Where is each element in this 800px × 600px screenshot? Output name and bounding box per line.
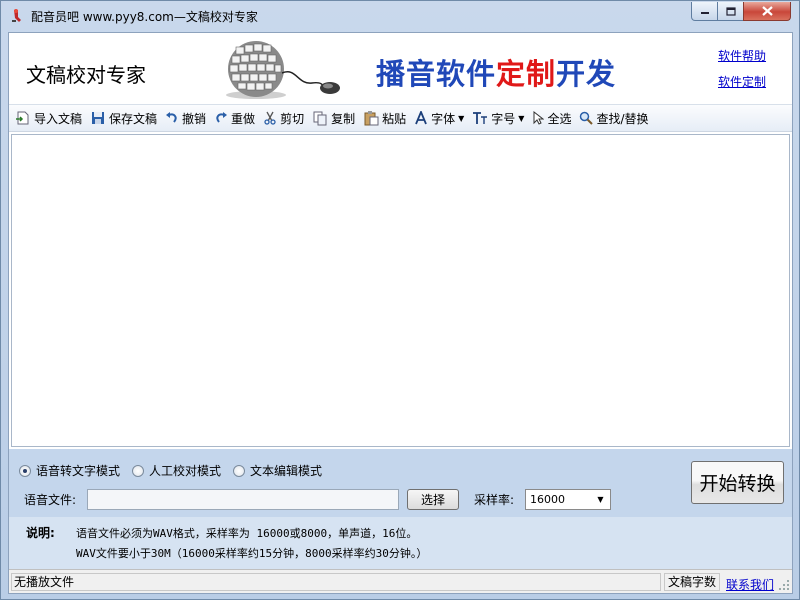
sample-rate-value: 16000 (530, 493, 565, 506)
scissors-icon (264, 111, 276, 125)
software-help-link[interactable]: 软件帮助 (718, 47, 766, 64)
paste-label: 粘贴 (382, 111, 407, 126)
copy-label: 复制 (331, 111, 356, 126)
redo-label: 重做 (231, 111, 256, 126)
resize-grip-icon[interactable] (778, 579, 790, 591)
mode-selector: 语音转文字模式 人工校对模式 文本编辑模式 (19, 462, 334, 479)
font-dropdown[interactable]: 字体 ▼ (411, 107, 467, 129)
select-all-button[interactable]: 全选 (529, 107, 574, 129)
chevron-down-icon: ▼ (597, 495, 604, 504)
save-icon (92, 112, 105, 124)
keyboard-ball-logo (226, 41, 340, 99)
radio-button[interactable] (132, 464, 145, 477)
redo-icon (216, 112, 228, 123)
close-button[interactable] (743, 2, 791, 21)
app-window: 配音员吧 www.pyy8.com—文稿校对专家 文稿校对专家 播音软件定制开发… (0, 0, 800, 600)
slogan-part-2: 定制 (496, 57, 557, 91)
paste-icon (364, 111, 379, 126)
browse-button[interactable]: 选择 (407, 489, 459, 510)
font-icon (415, 111, 427, 125)
select-all-label: 全选 (547, 111, 572, 126)
note-line-1: 语音文件必须为WAV格式，采样率为 16000或8000，单声道，16位。 (76, 527, 418, 540)
audio-file-label: 语音文件: (24, 493, 77, 507)
minimize-icon (700, 12, 709, 14)
notes-label: 说明: (26, 526, 55, 540)
cut-label: 剪切 (280, 111, 305, 126)
save-button[interactable]: 保存文稿 (87, 107, 160, 129)
mode-manual-proofread[interactable]: 人工校对模式 (132, 462, 221, 479)
copy-icon (313, 111, 327, 126)
conversion-panel: 语音转文字模式 人工校对模式 文本编辑模式 语音文件: 选择 采样率: 1600… (9, 449, 792, 577)
slogan: 播音软件定制开发 (376, 51, 616, 93)
maximize-button[interactable] (717, 2, 744, 21)
mode-label: 人工校对模式 (149, 464, 222, 478)
search-icon (580, 111, 594, 125)
app-icon (12, 9, 21, 22)
contact-us-link[interactable]: 联系我们 (726, 576, 774, 593)
software-custom-link[interactable]: 软件定制 (718, 73, 766, 90)
note-line-2: WAV文件要小于30M（16000采样率约15分钟，8000采样率约30分钟。） (76, 547, 428, 560)
import-icon (16, 111, 29, 125)
toolbar: 导入文稿 保存文稿 撤销 重做 剪切 复制 粘贴 字体 ▼ 字号 ▼ 全选 查找… (9, 104, 792, 132)
mode-label: 语音转文字模式 (36, 464, 121, 478)
find-replace-label: 查找/替换 (596, 111, 649, 126)
mode-speech-to-text[interactable]: 语音转文字模式 (19, 462, 120, 479)
audio-file-input[interactable] (87, 489, 399, 510)
sample-rate-select[interactable]: 16000 ▼ (525, 489, 611, 510)
mode-label: 文本编辑模式 (250, 464, 323, 478)
client-area: 文稿校对专家 播音软件定制开发 软件帮助 软件定制 导入文稿 保存文稿 撤销 重… (8, 32, 793, 594)
cursor-icon (533, 111, 545, 125)
undo-button[interactable]: 撤销 (162, 107, 209, 129)
font-size-label: 字号 (491, 111, 516, 126)
header-banner: 文稿校对专家 播音软件定制开发 软件帮助 软件定制 (9, 33, 792, 103)
document-editor[interactable] (11, 134, 790, 447)
radio-button[interactable] (19, 464, 31, 477)
copy-button[interactable]: 复制 (309, 107, 358, 129)
undo-label: 撤销 (182, 111, 207, 126)
import-label: 导入文稿 (34, 111, 83, 126)
maximize-icon (725, 6, 736, 16)
import-button[interactable]: 导入文稿 (12, 107, 85, 129)
font-label: 字体 (431, 111, 456, 126)
app-name: 文稿校对专家 (26, 63, 146, 87)
playback-status: 无播放文件 (11, 573, 661, 591)
title-bar[interactable]: 配音员吧 www.pyy8.com—文稿校对专家 (1, 1, 799, 31)
slogan-part-3: 开发 (556, 57, 617, 91)
word-count-label: 文稿字数 (664, 573, 720, 591)
notes-area: 说明: 语音文件必须为WAV格式，采样率为 16000或8000，单声道，16位… (9, 517, 792, 577)
close-icon (761, 6, 773, 16)
sample-rate-label: 采样率: (474, 493, 515, 507)
font-size-icon (473, 112, 488, 124)
status-bar: 无播放文件 文稿字数 联系我们 (9, 569, 792, 593)
minimize-button[interactable] (691, 2, 718, 21)
cut-button[interactable]: 剪切 (260, 107, 307, 129)
save-label: 保存文稿 (109, 111, 158, 126)
mode-text-edit[interactable]: 文本编辑模式 (233, 462, 322, 479)
radio-button[interactable] (233, 464, 246, 477)
chevron-down-icon: ▼ (518, 113, 525, 123)
undo-icon (166, 112, 177, 123)
redo-button[interactable]: 重做 (211, 107, 258, 129)
find-replace-button[interactable]: 查找/替换 (576, 107, 651, 129)
font-size-dropdown[interactable]: 字号 ▼ (469, 107, 527, 129)
slogan-part-1: 播音软件 (376, 57, 497, 91)
chevron-down-icon: ▼ (458, 113, 465, 123)
paste-button[interactable]: 粘贴 (360, 107, 409, 129)
start-conversion-button[interactable]: 开始转换 (691, 461, 784, 504)
window-title: 配音员吧 www.pyy8.com—文稿校对专家 (31, 10, 258, 24)
